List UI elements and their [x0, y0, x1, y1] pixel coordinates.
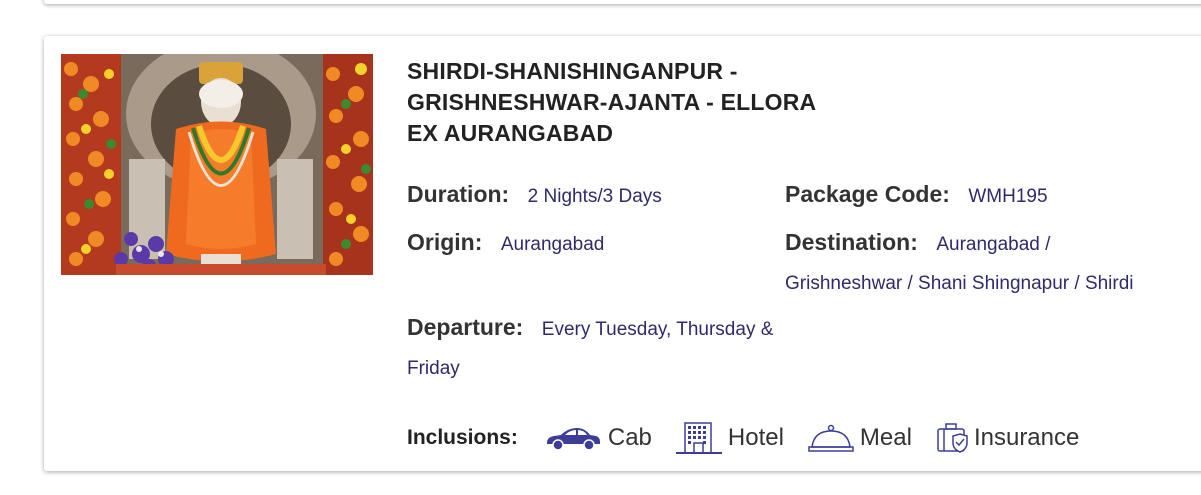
departure-label: Departure: — [407, 314, 524, 340]
inclusion-hotel: Hotel — [675, 421, 784, 455]
duration-row: Duration: 2 Nights/3 Days — [407, 175, 662, 217]
destination-label: Destination: — [785, 229, 918, 255]
previous-package-card — [44, 0, 1201, 4]
package-image[interactable] — [61, 54, 373, 275]
inclusion-cab-label: Cab — [607, 424, 652, 451]
duration-label: Duration: — [407, 181, 510, 207]
inclusion-insurance: Insurance — [936, 422, 1079, 454]
inclusions-label: Inclusions: — [407, 426, 518, 449]
departure-row: Departure: Every Tuesday, Thursday & Fri… — [407, 308, 782, 389]
inclusion-hotel-label: Hotel — [727, 424, 784, 451]
destination-row: Destination: Aurangabad / Grishneshwar /… — [785, 223, 1165, 304]
duration-value: 2 Nights/3 Days — [527, 186, 662, 207]
inclusions-row: Inclusions: Cab Hotel Meal Insurance — [407, 420, 1103, 456]
package-code-label: Package Code: — [785, 181, 950, 207]
origin-row: Origin: Aurangabad — [407, 223, 604, 265]
package-code-row: Package Code: WMH195 — [785, 175, 1048, 217]
inclusion-meal: Meal — [808, 423, 912, 453]
inclusion-insurance-label: Insurance — [973, 424, 1080, 451]
inclusion-cab: Cab — [544, 424, 652, 452]
inclusion-meal-label: Meal — [859, 424, 912, 451]
package-code-value: WMH195 — [968, 186, 1048, 207]
origin-label: Origin: — [407, 229, 483, 255]
shrine-photo — [61, 54, 373, 275]
car-icon — [546, 428, 600, 451]
package-card: SHIRDI-SHANISHINGANPUR - GRISHNESHWAR-AJ… — [44, 36, 1201, 471]
hotel-icon — [675, 422, 722, 454]
meal-cloche-icon — [808, 424, 854, 452]
origin-value: Aurangabad — [500, 234, 605, 255]
package-title[interactable]: SHIRDI-SHANISHINGANPUR - GRISHNESHWAR-AJ… — [407, 56, 827, 149]
insurance-luggage-icon — [937, 423, 968, 453]
